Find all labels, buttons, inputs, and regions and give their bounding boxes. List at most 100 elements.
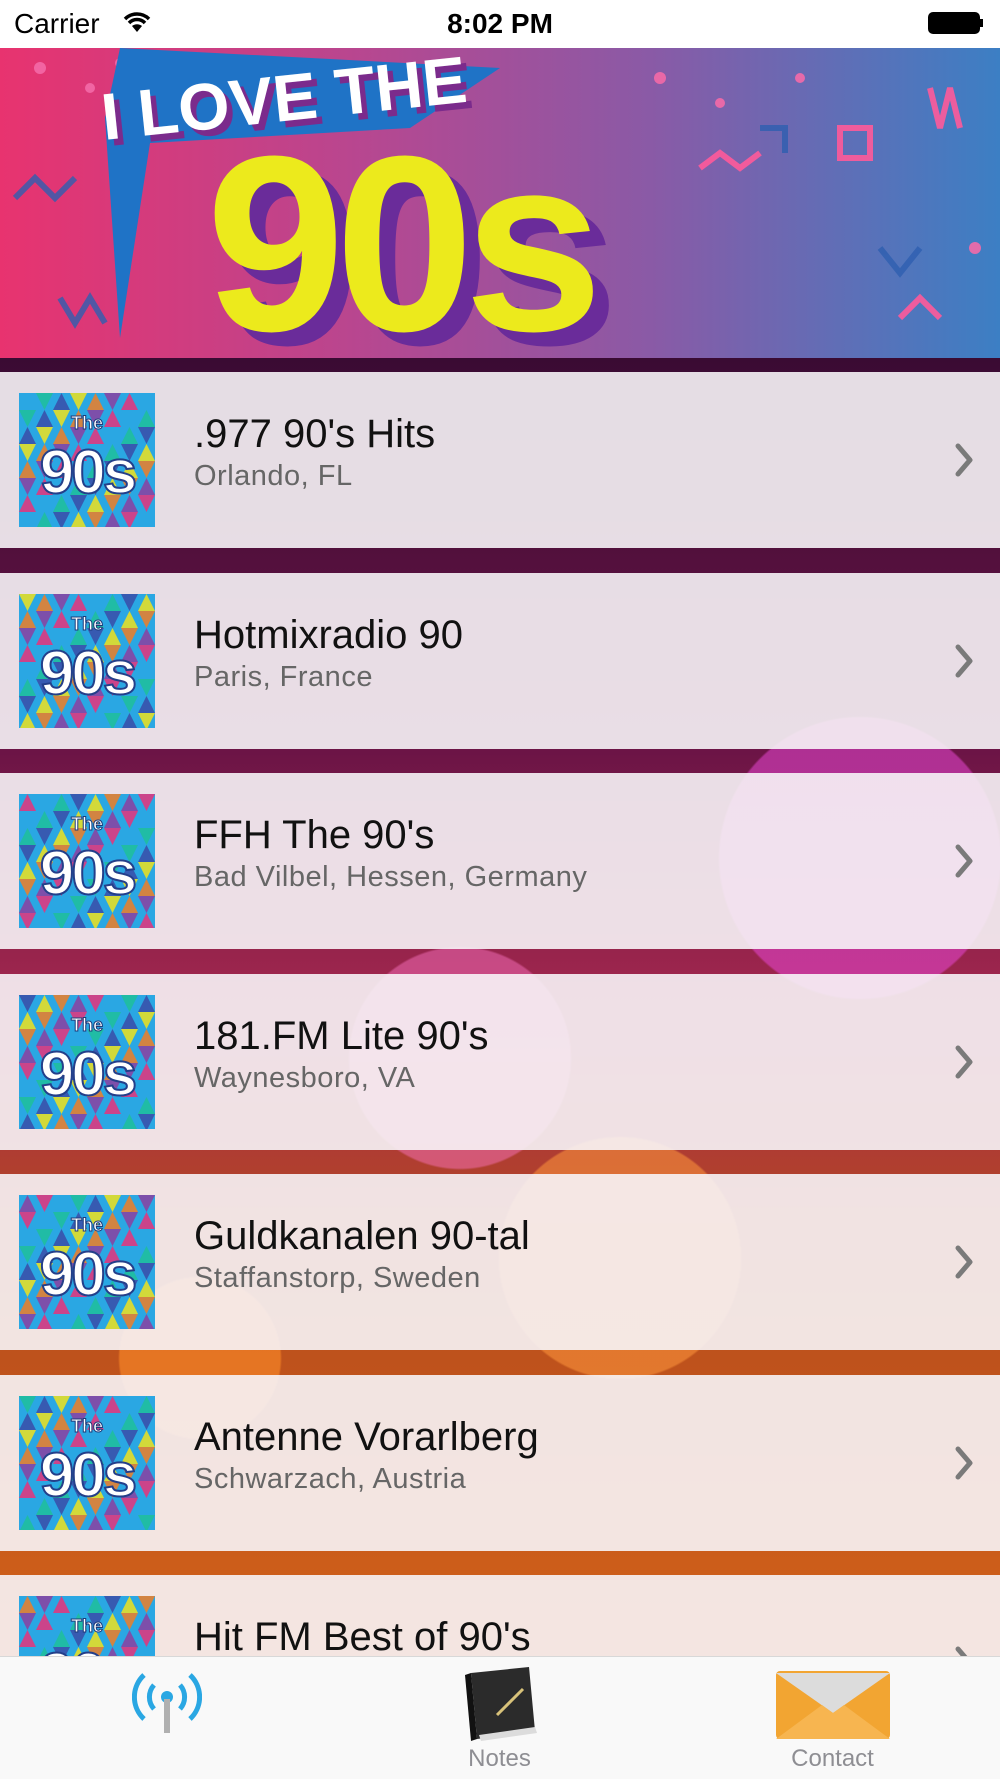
thumbnail-pattern-shape <box>19 913 36 928</box>
thumbnail-pattern-shape <box>19 1045 36 1063</box>
thumbnail-small-text: The <box>71 614 103 634</box>
thumbnail-pattern-shape <box>71 1314 86 1329</box>
thumbnail-pattern-shape <box>138 1596 155 1613</box>
thumbnail-pattern-shape <box>19 627 36 645</box>
thumbnail-pattern-shape <box>104 410 121 427</box>
thumbnail-pattern-shape <box>138 627 155 645</box>
thumbnail-pattern-shape <box>87 512 104 527</box>
thumbnail-pattern-shape <box>138 644 155 662</box>
thumbnail-pattern-shape <box>54 712 69 728</box>
thumbnail-pattern-shape <box>70 994 87 1012</box>
station-thumbnail: The 90s <box>19 1596 155 1656</box>
thumbnail-pattern-shape <box>53 410 70 427</box>
status-bar: Carrier 8:02 PM <box>0 0 1000 48</box>
thumbnail-pattern-shape <box>121 512 138 527</box>
thumbnail-pattern-shape <box>104 1412 121 1430</box>
thumbnail-pattern-shape <box>138 1412 155 1430</box>
thumbnail-pattern-shape <box>88 1514 103 1530</box>
thumbnail-pattern-shape <box>19 1446 36 1464</box>
thumbnail-pattern-shape <box>54 1113 69 1129</box>
tab-contact[interactable]: Contact <box>666 1657 999 1779</box>
thumbnail-pattern-shape <box>19 1596 36 1613</box>
notebook-icon <box>465 1667 537 1741</box>
thumbnail-pattern-shape <box>36 1613 53 1630</box>
thumbnail-pattern-shape <box>70 1596 87 1613</box>
thumbnail-pattern-shape <box>19 994 36 1012</box>
thumbnail-pattern-shape <box>138 1514 155 1530</box>
thumbnail-pattern-shape <box>138 1480 155 1498</box>
thumbnail-pattern-shape <box>19 444 36 461</box>
thumbnail-big-text: 90s <box>40 839 135 908</box>
thumbnail-pattern-shape <box>138 1446 155 1464</box>
thumbnail-small-text: The <box>71 413 103 433</box>
thumbnail-pattern-shape <box>19 610 36 628</box>
thumbnail-pattern-shape <box>19 845 36 862</box>
banner-line2: 90s <box>206 104 593 358</box>
thumbnail-pattern-shape <box>19 495 36 512</box>
thumbnail-pattern-shape <box>121 1011 138 1029</box>
thumbnail-pattern-shape <box>70 712 87 728</box>
thumbnail-pattern-shape <box>53 593 70 611</box>
thumbnail-big-text: 90s <box>40 1441 135 1510</box>
thumbnail-pattern-shape <box>122 1113 137 1129</box>
chevron-right-icon <box>955 443 973 477</box>
thumbnail-pattern-shape <box>138 1011 155 1029</box>
station-row[interactable]: The 90s Hotmixradio 90 Paris, France <box>0 572 1000 749</box>
thumbnail-big-text: 90s <box>40 438 135 507</box>
station-row[interactable]: The 90s Guldkanalen 90-tal Staffanstorp,… <box>0 1174 1000 1350</box>
thumbnail-pattern-shape <box>36 1212 53 1229</box>
thumbnail-pattern-shape <box>37 1314 52 1329</box>
thumbnail-pattern-shape <box>138 1263 155 1280</box>
thumbnail-pattern-shape <box>19 478 36 495</box>
tab-notes[interactable]: Notes <box>333 1657 666 1779</box>
thumbnail-pattern-shape <box>138 1630 155 1647</box>
thumbnail-pattern-shape <box>36 393 53 410</box>
thumbnail-pattern-shape <box>138 678 155 696</box>
station-thumbnail: The 90s <box>19 1395 155 1530</box>
station-row[interactable]: The 90s 181.FM Lite 90's Waynesboro, VA <box>0 973 1000 1150</box>
station-location: Bad Vilbel, Hessen, Germany <box>194 861 588 893</box>
thumbnail-pattern-shape <box>36 712 53 728</box>
station-name: Hotmixradio 90 <box>194 612 464 657</box>
station-row[interactable]: The 90s Hit FM Best of 90's <box>0 1575 1000 1656</box>
thumbnail-pattern-shape <box>138 1079 155 1097</box>
thumbnail-pattern-shape <box>121 1395 138 1413</box>
tab-radio[interactable] <box>0 1657 333 1779</box>
thumbnail-pattern-shape <box>53 512 70 527</box>
thumbnail-small-text: The <box>71 1616 103 1636</box>
thumbnail-pattern-shape <box>19 862 36 879</box>
station-thumbnail: The 90s <box>19 393 155 527</box>
station-row[interactable]: The 90s Antenne Vorarlberg Schwarzach, A… <box>0 1374 1000 1551</box>
thumbnail-pattern-shape <box>36 1596 53 1613</box>
thumbnail-pattern-shape <box>19 1079 36 1097</box>
thumbnail-pattern-shape <box>138 1229 155 1246</box>
thumbnail-pattern-shape <box>138 896 155 913</box>
thumbnail-pattern-shape <box>53 1314 70 1329</box>
thumbnail-pattern-shape <box>122 1514 137 1530</box>
station-row[interactable]: The 90s .977 90's Hits Orlando, FL <box>0 372 1000 548</box>
thumbnail-pattern-shape <box>138 1045 155 1063</box>
thumbnail-pattern-shape <box>138 410 155 427</box>
thumbnail-pattern-shape <box>87 913 104 928</box>
thumbnail-big-text: 90s <box>40 1040 135 1109</box>
thumbnail-pattern-shape <box>71 913 86 928</box>
thumbnail-pattern-shape <box>138 695 155 713</box>
thumbnail-pattern-shape <box>19 1297 36 1314</box>
thumbnail-pattern-shape <box>53 1613 70 1630</box>
thumbnail-pattern-shape <box>19 427 36 444</box>
station-thumbnail: The 90s <box>19 1195 155 1329</box>
thumbnail-pattern-shape <box>138 879 155 896</box>
thumbnail-pattern-shape <box>70 593 87 611</box>
thumbnail-pattern-shape <box>121 1613 138 1630</box>
thumbnail-pattern-shape <box>142 1647 151 1656</box>
thumbnail-pattern-shape <box>138 1429 155 1447</box>
thumbnail-pattern-shape <box>138 610 155 628</box>
thumbnail-big-text: 90s <box>40 1240 135 1309</box>
thumbnail-pattern-shape <box>19 393 36 410</box>
station-list-area[interactable]: The 90s .977 90's Hits Orlando, FL The 9… <box>0 358 1000 1656</box>
station-row[interactable]: The 90s FFH The 90's Bad Vilbel, Hessen,… <box>0 773 1000 949</box>
thumbnail-pattern-shape <box>37 913 52 928</box>
thumbnail-pattern-shape <box>19 644 36 662</box>
thumbnail-pattern-shape <box>19 1395 36 1413</box>
station-name: FFH The 90's <box>194 813 435 857</box>
